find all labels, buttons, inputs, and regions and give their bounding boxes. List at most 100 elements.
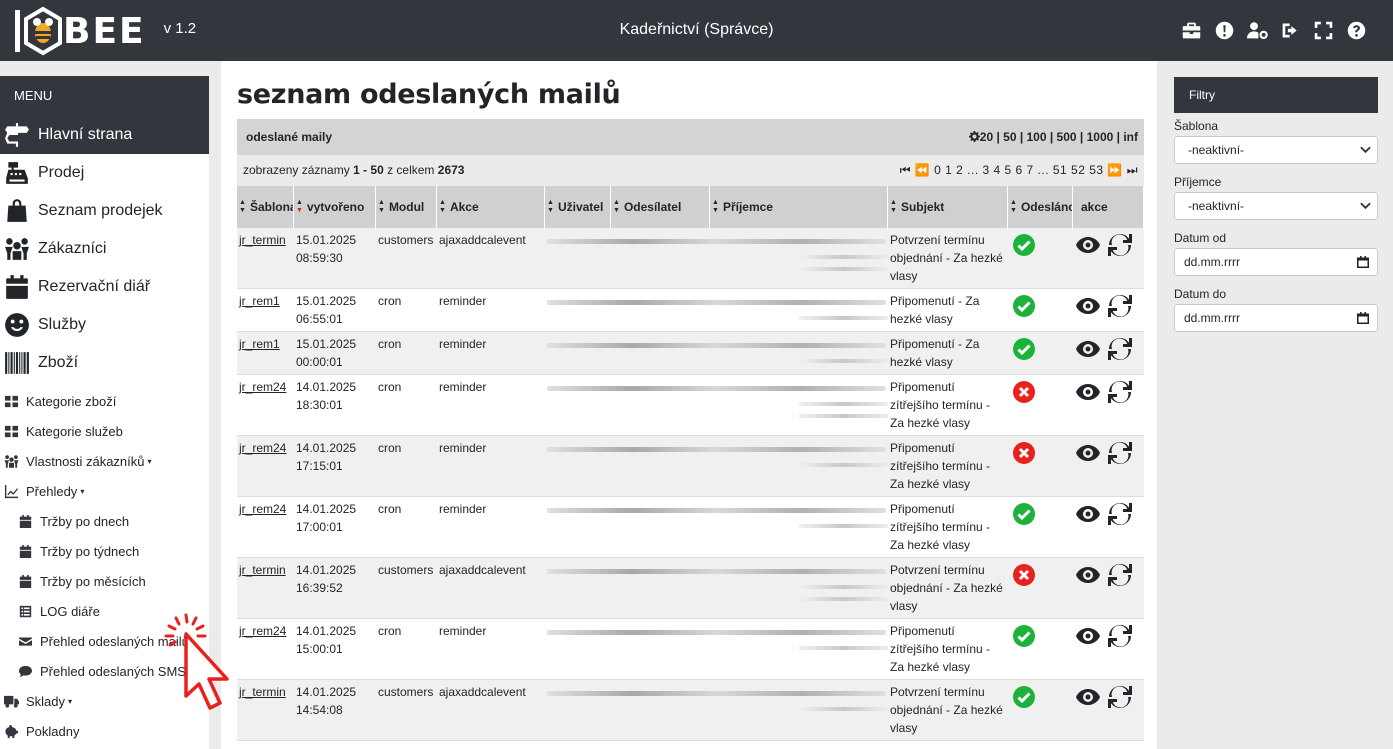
header-col-module[interactable]: ▲ ▼ Modul: [376, 186, 437, 228]
resend-icon[interactable]: [1107, 684, 1133, 710]
eye-icon[interactable]: [1075, 379, 1101, 405]
sidebar-item-revenue-weekly[interactable]: Tržby po týdnech: [0, 536, 209, 566]
sidebar-item-label: Tržby po týdnech: [40, 543, 140, 559]
sort-icon[interactable]: ▲ ▼: [296, 199, 303, 215]
date-to-input[interactable]: dd.mm.rrrr: [1174, 304, 1378, 332]
chevron-down-icon: [1360, 202, 1371, 210]
piggy-bank-icon: [5, 724, 19, 738]
sort-icon[interactable]: ▲ ▼: [890, 199, 897, 215]
card-title: odeslané maily: [246, 130, 333, 144]
subject-cell: Připomenutí zítřejšího termínu - Za hezk…: [890, 624, 991, 674]
header-col-user[interactable]: ▲ ▼ Uživatel: [545, 186, 611, 228]
col-template-cell: jr_rem24: [237, 375, 294, 435]
resend-icon[interactable]: [1107, 440, 1133, 466]
help-icon[interactable]: [1346, 20, 1367, 41]
briefcase-icon[interactable]: [1181, 20, 1202, 41]
header-col-action[interactable]: ▲ ▼ Akce: [437, 186, 545, 228]
fullscreen-icon[interactable]: [1313, 20, 1334, 41]
sidebar-item-revenue-monthly[interactable]: Tržby po měsících: [0, 566, 209, 596]
column-label: Příjemce: [722, 200, 773, 214]
template-link[interactable]: jr_rem24: [239, 624, 286, 638]
eye-icon[interactable]: [1075, 684, 1101, 710]
sidebar-item-receipts[interactable]: Seznam prodejek: [0, 192, 209, 230]
resend-icon[interactable]: [1107, 232, 1133, 258]
sidebar-item-label: Rezervační diář: [38, 278, 151, 295]
eye-icon[interactable]: [1075, 293, 1101, 319]
pagination[interactable]: ⏮ ⏪ 0 1 2 ... 3 4 5 6 7 ... 51 52 53 ⏩ ⏭: [900, 155, 1138, 186]
recipient-filter-select[interactable]: -neaktivní-: [1174, 192, 1378, 220]
resend-icon[interactable]: [1107, 562, 1133, 588]
date-from-input[interactable]: dd.mm.rrrr: [1174, 248, 1378, 276]
sidebar-item-booking-diary[interactable]: Rezervační diář: [0, 268, 209, 306]
sort-icon[interactable]: ▲ ▼: [547, 199, 554, 215]
user-settings-icon[interactable]: [1247, 20, 1268, 41]
header-col-sender[interactable]: ▲ ▼ Odesílatel: [611, 186, 710, 228]
eye-icon[interactable]: [1075, 440, 1101, 466]
calendar-icon[interactable]: [1357, 256, 1369, 268]
template-link[interactable]: jr_rem24: [239, 380, 286, 394]
sidebar-item-overviews[interactable]: Přehledy ▾: [0, 476, 209, 506]
resend-icon[interactable]: [1107, 379, 1133, 405]
subject-cell: Potvrzení termínu objednání - Za hezké v…: [890, 233, 1003, 283]
chevron-down-icon: ▾: [68, 696, 73, 706]
sidebar-item-goods[interactable]: Zboží: [0, 344, 209, 382]
template-link[interactable]: jr_termin: [239, 563, 286, 577]
sidebar-item-goods-categories[interactable]: Kategorie zboží: [0, 386, 209, 416]
alert-icon[interactable]: [1214, 20, 1235, 41]
table-row: jr_rem24 14.01.2025 17:00:01 cron reminder Př…: [237, 497, 1144, 558]
chevron-down-icon: ▾: [147, 456, 152, 466]
template-filter-select[interactable]: -neaktivní-: [1174, 136, 1378, 164]
col-action-cell: ajaxaddcalevent: [437, 228, 545, 288]
sidebar-item-label: Tržby po měsících: [40, 573, 146, 589]
resend-icon[interactable]: [1107, 293, 1133, 319]
template-link[interactable]: jr_rem1: [239, 294, 280, 308]
eye-icon[interactable]: [1075, 501, 1101, 527]
page-size-options[interactable]: 20 | 50 | 100 | 500 | 1000 | inf: [980, 130, 1138, 144]
header-col-template[interactable]: ▲ ▼ Šablona: [237, 186, 294, 228]
template-link[interactable]: jr_rem24: [239, 441, 286, 455]
resend-icon[interactable]: [1107, 336, 1133, 362]
resend-icon[interactable]: [1107, 623, 1133, 649]
col-action-cell: reminder: [437, 497, 545, 557]
sidebar-item-sales[interactable]: Prodej: [0, 154, 209, 192]
template-link[interactable]: jr_rem1: [239, 337, 280, 351]
sidebar-item-service-categories[interactable]: Kategorie služeb: [0, 416, 209, 446]
template-link[interactable]: jr_termin: [239, 685, 286, 699]
header-col-created[interactable]: ▲ ▼ vytvořeno: [294, 186, 376, 228]
logout-icon[interactable]: [1280, 20, 1301, 41]
created-date: 14.01.2025: [296, 380, 357, 394]
sort-icon[interactable]: ▲ ▼: [1010, 199, 1017, 215]
sidebar-item-cash-desks[interactable]: Pokladny: [0, 716, 209, 746]
people-icon: [5, 238, 29, 260]
sidebar-item-home[interactable]: Hlavní strana: [0, 116, 209, 154]
module-cell: customers: [378, 233, 434, 247]
chart-line-icon: [4, 484, 19, 498]
eye-icon[interactable]: [1075, 623, 1101, 649]
eye-icon[interactable]: [1075, 336, 1101, 362]
template-link[interactable]: jr_termin: [239, 233, 286, 247]
sidebar-item-revenue-daily[interactable]: Tržby po dnech: [0, 506, 209, 536]
check-circle-icon: [1013, 338, 1035, 360]
template-link[interactable]: jr_rem24: [239, 502, 286, 516]
header-col-sent[interactable]: ▲ ▼ Odesláno: [1008, 186, 1073, 228]
page-size-selector[interactable]: 20 | 50 | 100 | 500 | 1000 | inf: [968, 119, 1138, 155]
calendar-icon[interactable]: [1357, 312, 1369, 324]
sort-icon[interactable]: ▲ ▼: [378, 199, 385, 215]
sort-icon[interactable]: ▲ ▼: [712, 199, 719, 215]
eye-icon[interactable]: [1075, 232, 1101, 258]
header-col-subject[interactable]: ▲ ▼ Subjekt: [888, 186, 1008, 228]
column-label: akce: [1081, 200, 1108, 214]
sidebar-item-customers[interactable]: Zákazníci: [0, 230, 209, 268]
row-actions: [1073, 497, 1144, 557]
eye-icon[interactable]: [1075, 562, 1101, 588]
sidebar-item-customer-properties[interactable]: Vlastnosti zákazníků ▾: [0, 446, 209, 476]
resend-icon[interactable]: [1107, 501, 1133, 527]
header-col-recipient[interactable]: ▲ ▼ Příjemce: [710, 186, 888, 228]
sidebar-item-services[interactable]: Služby: [0, 306, 209, 344]
sort-icon[interactable]: ▲ ▼: [613, 199, 620, 215]
sort-icon[interactable]: ▲ ▼: [439, 199, 446, 215]
redacted-contacts: [545, 332, 888, 374]
sort-icon[interactable]: ▲ ▼: [239, 199, 246, 215]
created-time: 08:59:30: [296, 251, 343, 265]
page-title: seznam odeslaných mailů: [237, 79, 621, 110]
